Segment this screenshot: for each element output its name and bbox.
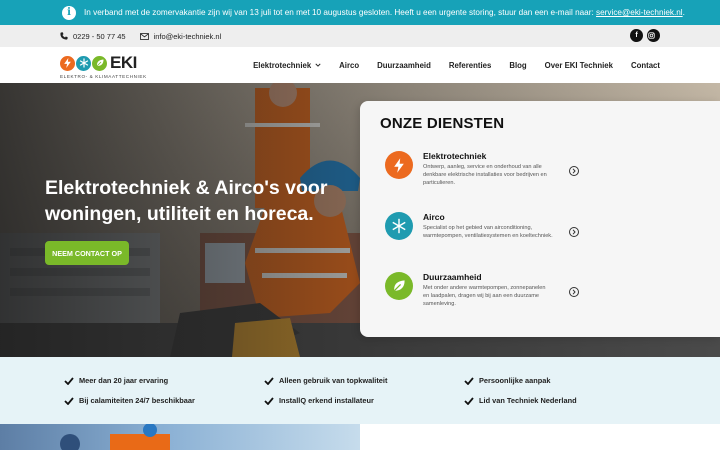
- notice-text: In verband met de zomervakantie zijn wij…: [84, 8, 685, 17]
- section-text-area: [360, 424, 720, 450]
- usp-item: Meer dan 20 jaar ervaring: [64, 376, 168, 385]
- snowflake-icon: [76, 55, 91, 71]
- phone-number: 0229 - 50 77 45: [73, 31, 126, 41]
- leaf-icon: [385, 272, 413, 300]
- service-airco[interactable]: Airco Specialist op het gebied van airco…: [385, 212, 585, 252]
- checkmark-icon: [264, 396, 274, 405]
- checkmark-icon: [264, 376, 274, 385]
- services-title: ONZE DIENSTEN: [380, 115, 505, 132]
- contact-bar: 0229 - 50 77 45 info@eki-techniek.nl f: [0, 25, 720, 47]
- envelope-icon: [139, 32, 149, 40]
- checkmark-icon: [64, 396, 74, 405]
- nav-item-contact[interactable]: Contact: [631, 61, 660, 70]
- chevron-right-icon[interactable]: [569, 287, 579, 297]
- logo-wordmark: EKI: [110, 53, 137, 72]
- checkmark-icon: [464, 396, 474, 405]
- hero-title: Elektrotechniek & Airco's voor woningen,…: [45, 177, 328, 225]
- notice-email-link[interactable]: service@eki-techniek.nl: [596, 8, 683, 17]
- nav-item-elektrotechniek[interactable]: Elektrotechniek: [253, 61, 321, 70]
- service-title: Duurzaamheid: [423, 272, 482, 282]
- instagram-icon[interactable]: [647, 29, 660, 42]
- phone-icon: [60, 32, 68, 40]
- nav-item-airco[interactable]: Airco: [339, 61, 359, 70]
- service-duurzaamheid[interactable]: Duurzaamheid Met onder andere warmtepomp…: [385, 272, 585, 312]
- chevron-right-icon[interactable]: [569, 227, 579, 237]
- section-photo: [0, 424, 360, 450]
- phone-link[interactable]: 0229 - 50 77 45: [60, 32, 126, 41]
- chevron-down-icon: [315, 63, 321, 67]
- nav-item-blog[interactable]: Blog: [509, 61, 526, 70]
- service-title: Airco: [423, 212, 445, 222]
- service-description: Met onder andere warmtepompen, zonnepane…: [423, 285, 546, 308]
- chevron-right-icon[interactable]: [569, 166, 579, 176]
- eki-logo[interactable]: EKI ELEKTRO- & KLIMAATTECHNIEK: [60, 53, 147, 79]
- email-address: info@eki-techniek.nl: [153, 31, 222, 41]
- usp-strip: Meer dan 20 jaar ervaring Alleen gebruik…: [0, 357, 720, 424]
- services-card: ONZE DIENSTEN Elektrotechniek Ontwerp, a…: [360, 101, 720, 337]
- main-navigation: EKI ELEKTRO- & KLIMAATTECHNIEK Elektrote…: [0, 47, 720, 83]
- contact-cta-button[interactable]: NEEM CONTACT OP: [45, 241, 129, 265]
- info-icon: i: [62, 5, 76, 20]
- usp-item: Alleen gebruik van topkwaliteit: [264, 376, 387, 385]
- service-description: Ontwerp, aanleg, service en onderhoud va…: [423, 164, 547, 187]
- usp-item: Persoonlijke aanpak: [464, 376, 550, 385]
- nav-item-over-eki[interactable]: Over EKI Techniek: [545, 61, 613, 70]
- facebook-icon[interactable]: f: [630, 29, 643, 42]
- usp-item: InstallQ erkend installateur: [264, 396, 374, 405]
- logo-tagline: ELEKTRO- & KLIMAATTECHNIEK: [60, 74, 147, 79]
- social-links: f: [630, 29, 660, 42]
- usp-item: Bij calamiteiten 24/7 beschikbaar: [64, 396, 195, 405]
- service-title: Elektrotechniek: [423, 151, 487, 161]
- nav-item-referenties[interactable]: Referenties: [449, 61, 491, 70]
- leaf-icon: [92, 55, 107, 71]
- checkmark-icon: [64, 376, 74, 385]
- notice-bar: i In verband met de zomervakantie zijn w…: [0, 0, 720, 25]
- lightning-icon: [60, 55, 75, 71]
- lightning-icon: [385, 151, 413, 179]
- nav-menu: Elektrotechniek Airco Duurzaamheid Refer…: [253, 47, 660, 83]
- checkmark-icon: [464, 376, 474, 385]
- service-description: Specialist op het gebied van airconditio…: [423, 225, 553, 240]
- snowflake-icon: [385, 212, 413, 240]
- nav-item-duurzaamheid[interactable]: Duurzaamheid: [377, 61, 431, 70]
- email-link[interactable]: info@eki-techniek.nl: [139, 31, 222, 41]
- usp-item: Lid van Techniek Nederland: [464, 396, 577, 405]
- service-elektrotechniek[interactable]: Elektrotechniek Ontwerp, aanleg, service…: [385, 151, 585, 191]
